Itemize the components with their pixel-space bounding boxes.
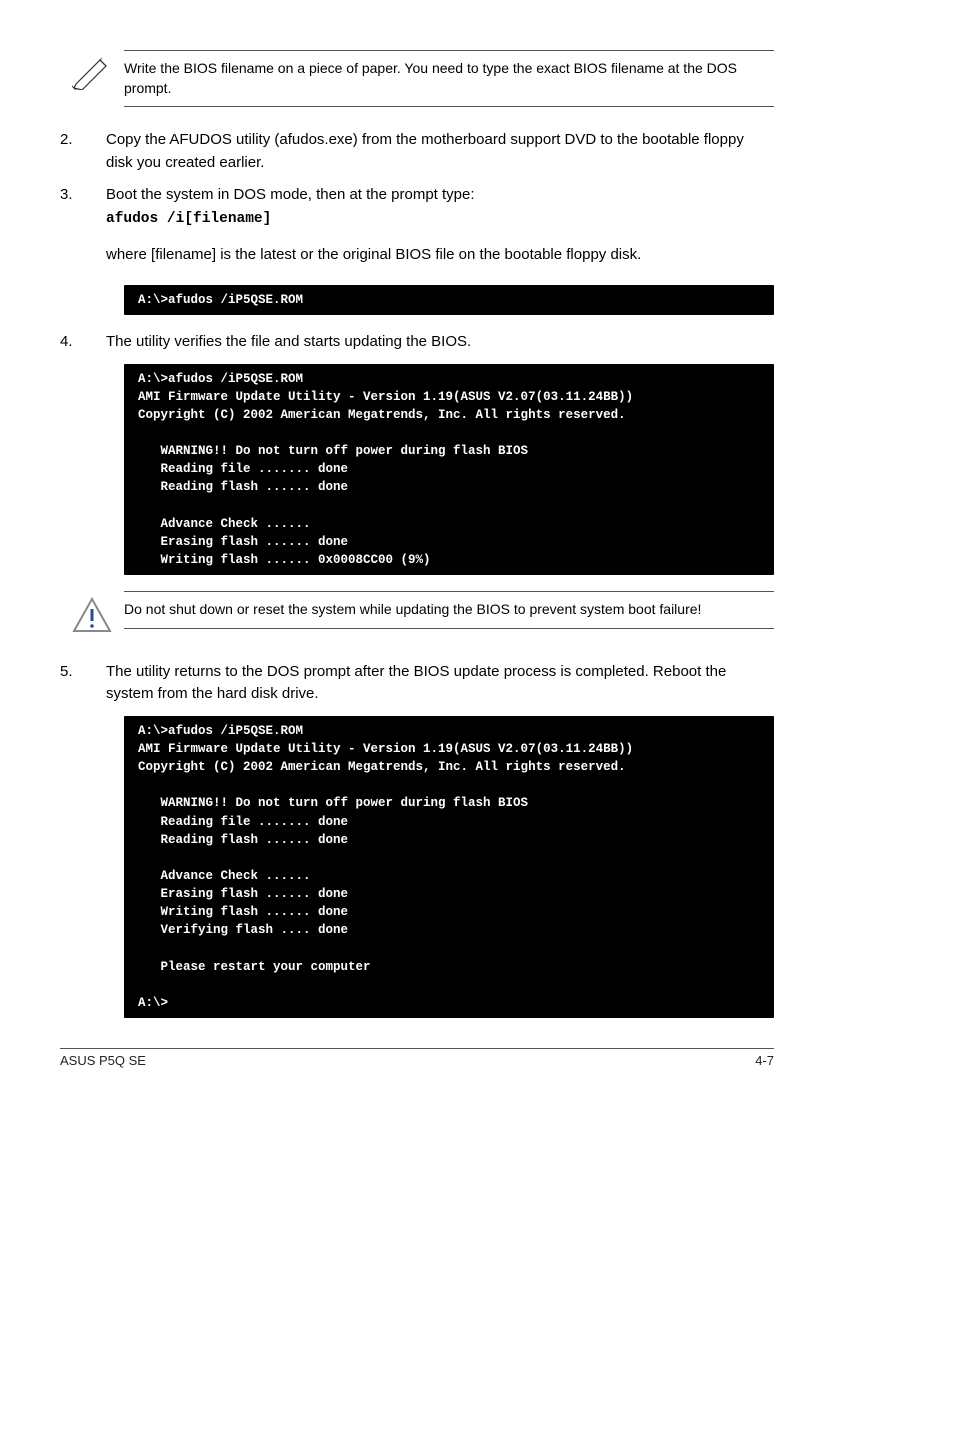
footer-left: ASUS P5Q SE — [60, 1053, 146, 1068]
step-text: The utility verifies the file and starts… — [106, 331, 774, 354]
note-block: Write the BIOS filename on a piece of pa… — [60, 50, 774, 107]
step-3: 3. Boot the system in DOS mode, then at … — [60, 184, 774, 275]
step-text: The utility returns to the DOS prompt af… — [106, 661, 774, 706]
step-number: 5. — [60, 661, 106, 706]
step3-line2: where [filename] is the latest or the or… — [106, 244, 774, 267]
footer-right: 4-7 — [755, 1053, 774, 1068]
step-4: 4. The utility verifies the file and sta… — [60, 331, 774, 354]
pencil-icon — [60, 50, 124, 94]
step3-command: afudos /i[filename] — [106, 211, 271, 227]
step-text: Copy the AFUDOS utility (afudos.exe) fro… — [106, 129, 774, 174]
note-text: Write the BIOS filename on a piece of pa… — [124, 50, 774, 107]
terminal-output-3: A:\>afudos /iP5QSE.ROM AMI Firmware Upda… — [124, 716, 774, 1018]
step-5: 5. The utility returns to the DOS prompt… — [60, 661, 774, 706]
page-footer: ASUS P5Q SE 4-7 — [60, 1048, 774, 1068]
warning-icon — [60, 591, 124, 639]
step-number: 2. — [60, 129, 106, 174]
step3-line1: Boot the system in DOS mode, then at the… — [106, 186, 475, 203]
step-number: 4. — [60, 331, 106, 354]
warning-text: Do not shut down or reset the system whi… — [124, 591, 774, 629]
step-text: Boot the system in DOS mode, then at the… — [106, 184, 774, 275]
step-number: 3. — [60, 184, 106, 275]
terminal-output-2: A:\>afudos /iP5QSE.ROM AMI Firmware Upda… — [124, 364, 774, 575]
terminal-output-1: A:\>afudos /iP5QSE.ROM — [124, 285, 774, 315]
warning-block: Do not shut down or reset the system whi… — [60, 591, 774, 639]
step-2: 2. Copy the AFUDOS utility (afudos.exe) … — [60, 129, 774, 174]
